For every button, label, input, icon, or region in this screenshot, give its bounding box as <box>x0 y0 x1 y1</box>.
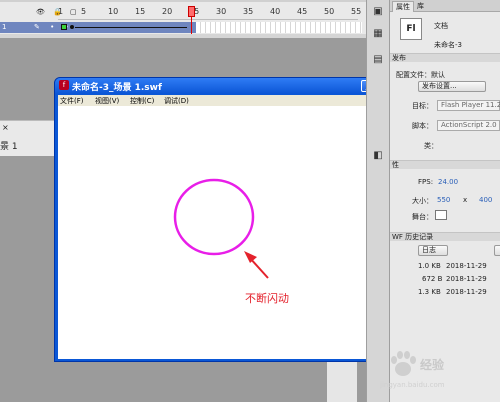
tab-properties[interactable]: 属性 <box>392 1 414 12</box>
frame-number: 5 <box>81 7 87 16</box>
timeline-top-strip <box>0 0 366 2</box>
timeline-panel: 👁 🔒 ▢ 1 5 10 15 20 25 30 35 40 45 50 55 … <box>0 0 366 38</box>
annotation-arrow-icon <box>244 251 269 279</box>
script-label: 脚本： <box>412 122 433 130</box>
height-value[interactable]: 400 <box>479 196 492 204</box>
flash-logo: Fl <box>400 18 422 40</box>
library-icon[interactable]: ▤ <box>371 54 385 66</box>
timeline-bottom-bar <box>0 34 366 38</box>
frame-number: 50 <box>324 7 335 16</box>
frame-number: 10 <box>108 7 119 16</box>
grid-icon[interactable]: ▦ <box>371 28 385 40</box>
window-title: 未命名-3_场景 1.swf <box>72 83 162 93</box>
clear-button[interactable] <box>494 245 500 256</box>
stage-label: 舞台： <box>412 213 433 221</box>
menu-debug[interactable]: 调试(D) <box>164 96 189 106</box>
fps-label: FPS: <box>418 178 434 186</box>
fps-value[interactable]: 24.00 <box>438 178 458 186</box>
profile-label: 配置文件：默认 <box>396 71 445 79</box>
watermark-url: jingyan.baidu.com <box>380 381 445 389</box>
layer-outline-color[interactable] <box>61 24 67 30</box>
frame-number: 40 <box>270 7 281 16</box>
history-size: 672 B <box>422 275 443 283</box>
size-separator: x <box>463 196 468 204</box>
log-button[interactable]: 日志 <box>418 245 448 256</box>
menu-view[interactable]: 视图(V) <box>95 96 119 106</box>
color-icon[interactable]: ◧ <box>371 150 385 162</box>
target-label: 目标： <box>412 102 433 110</box>
history-date: 2018-11-29 <box>446 262 487 270</box>
layer-selection[interactable]: 1 ✎ • • <box>0 22 196 33</box>
menu-file[interactable]: 文件(F) <box>60 96 84 106</box>
flash-player-icon: f <box>59 80 69 90</box>
frame-number: 30 <box>216 7 227 16</box>
scene-label[interactable]: 景 1 <box>0 139 18 152</box>
frame-number: 45 <box>297 7 308 16</box>
swf-titlebar[interactable]: f 未命名-3_场景 1.swf _ □ × <box>55 78 407 94</box>
history-date: 2018-11-29 <box>446 275 487 283</box>
publish-section-header[interactable]: 发布 <box>390 53 500 62</box>
paint-bucket-icon[interactable]: ▣ <box>371 6 385 18</box>
tween-span[interactable] <box>75 27 187 28</box>
close-icon[interactable]: × <box>2 123 9 132</box>
playhead[interactable] <box>188 6 195 36</box>
baidu-jingyan-watermark: 经验 jingyan.baidu.com <box>380 348 498 400</box>
publish-settings-button[interactable]: 发布设置... <box>418 81 486 92</box>
swf-canvas: 不断闪动 <box>58 106 404 359</box>
target-select[interactable]: Flash Player 11.2 <box>437 100 500 111</box>
script-select[interactable]: ActionScript 2.0 <box>437 120 500 131</box>
class-label: 类： <box>424 142 438 150</box>
swf-player-window: f 未命名-3_场景 1.swf _ □ × 文件(F) 视图(V) 控制(C)… <box>54 77 408 362</box>
doc-name-label: 未命名-3 <box>434 41 462 49</box>
watermark-brand: 经验 <box>420 358 445 372</box>
panel-tabs: 属性 库 <box>390 0 500 12</box>
menu-control[interactable]: 控制(C) <box>130 96 154 106</box>
history-size: 1.0 KB <box>418 262 441 270</box>
keyframe-marker[interactable] <box>70 25 74 29</box>
annotation-text: 不断闪动 <box>245 292 289 305</box>
swf-history-header[interactable]: WF 历史记录 <box>390 232 500 241</box>
layer-row[interactable]: 1 ✎ • • <box>0 22 366 33</box>
frame-number: 35 <box>243 7 254 16</box>
frame-number: 20 <box>162 7 173 16</box>
properties-panel: 属性 库 Fl 文档 未命名-3 发布 配置文件：默认 发布设置... 目标： … <box>390 0 500 402</box>
frame-ruler[interactable]: 1 5 10 15 20 25 30 35 40 45 50 55 <box>58 6 362 20</box>
frame-number: 1 <box>58 7 64 16</box>
doc-type-label: 文档 <box>434 22 448 30</box>
layer-number: 1 <box>2 23 7 31</box>
history-date: 2018-11-29 <box>446 288 487 296</box>
history-size: 1.3 KB <box>418 288 441 296</box>
magenta-circle <box>173 178 255 256</box>
tool-strip: ▣ ▦ ▤ ◧ <box>366 0 390 402</box>
stage-color-swatch[interactable] <box>435 210 447 220</box>
paw-logo-icon <box>391 351 416 376</box>
editbar: × 景 1 <box>0 120 56 156</box>
frame-number: 55 <box>351 7 362 16</box>
swf-drawing <box>173 178 269 279</box>
frame-number: 15 <box>135 7 146 16</box>
size-label: 大小： <box>412 197 433 205</box>
properties-section-header[interactable]: 性 <box>390 160 500 169</box>
width-value[interactable]: 550 <box>437 196 450 204</box>
swf-menubar: 文件(F) 视图(V) 控制(C) 调试(D) <box>58 95 404 106</box>
tab-library[interactable]: 库 <box>414 1 427 12</box>
playhead-handle[interactable] <box>188 6 195 17</box>
empty-frames[interactable] <box>196 22 362 33</box>
